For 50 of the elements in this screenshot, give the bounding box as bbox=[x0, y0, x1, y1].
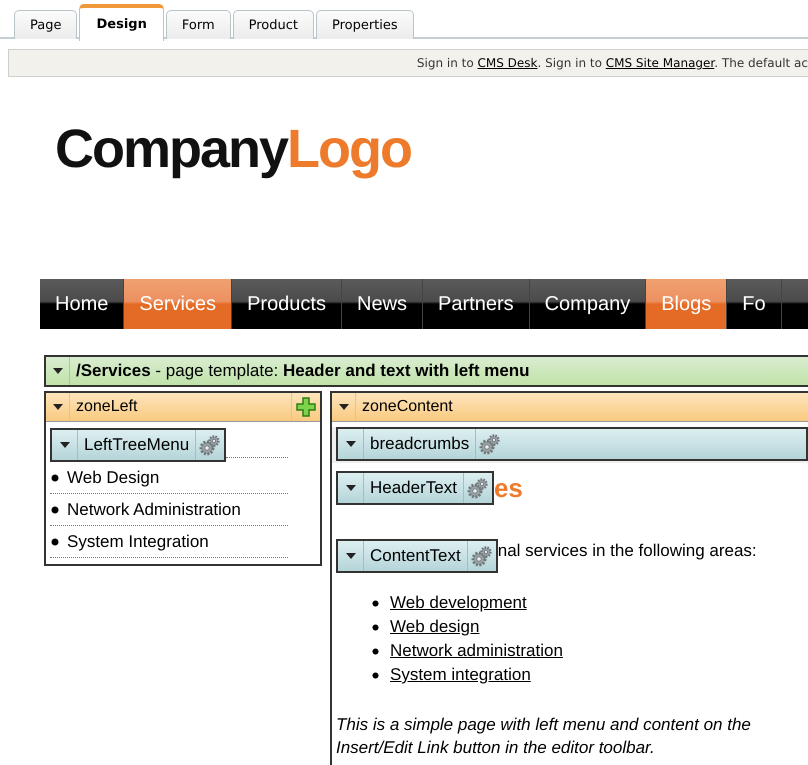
nav-item[interactable]: Fo bbox=[727, 279, 782, 329]
bullet-icon bbox=[51, 538, 59, 546]
tab[interactable]: Properties bbox=[316, 10, 414, 39]
bullet-icon bbox=[372, 600, 379, 606]
page-template-title: /Services - page template: Header and text with left menu bbox=[75, 361, 530, 381]
bullet-icon bbox=[372, 672, 379, 678]
menu-item[interactable]: Network Administration bbox=[67, 500, 241, 520]
nav-item[interactable]: News bbox=[342, 279, 424, 329]
zone-title: zoneLeft bbox=[75, 398, 138, 416]
zone-title: zoneContent bbox=[361, 398, 454, 416]
service-link[interactable]: Network administration bbox=[390, 641, 563, 661]
menu-item[interactable]: System Integration bbox=[67, 532, 209, 552]
caret-icon bbox=[52, 368, 62, 374]
caret-icon bbox=[60, 442, 70, 448]
intro-text: nal services in the following areas: bbox=[498, 540, 757, 561]
bullet-icon bbox=[372, 624, 379, 630]
tab[interactable]: Page bbox=[14, 10, 78, 39]
caret-icon bbox=[346, 441, 356, 447]
sign-in-message: Sign in to CMS Desk. Sign in to CMS Site Manager. The default ac bbox=[416, 56, 808, 70]
bullet-icon bbox=[372, 648, 379, 654]
caret-icon bbox=[52, 404, 62, 410]
tab[interactable]: Form bbox=[166, 10, 231, 39]
add-icon[interactable] bbox=[296, 397, 316, 417]
settings-icon[interactable] bbox=[199, 434, 222, 456]
web-part-title: breadcrumbs bbox=[369, 434, 470, 454]
bullet-icon bbox=[51, 474, 59, 482]
service-link[interactable]: System integration bbox=[390, 665, 531, 685]
caret-icon bbox=[346, 485, 356, 491]
tab[interactable]: Design bbox=[79, 4, 164, 41]
nav-item[interactable]: Products bbox=[232, 279, 342, 329]
service-link[interactable]: Web design bbox=[390, 617, 480, 637]
page-heading: es bbox=[494, 472, 523, 504]
tab[interactable]: Product bbox=[232, 10, 314, 39]
sign-in-link[interactable]: CMS Desk bbox=[478, 56, 538, 70]
caret-icon bbox=[346, 553, 356, 559]
menu-item[interactable]: Web Design bbox=[67, 468, 160, 488]
company-logo: CompanyLogo bbox=[55, 119, 411, 179]
settings-icon[interactable] bbox=[479, 433, 502, 455]
web-part-title: ContentText bbox=[369, 546, 462, 566]
nav-item[interactable]: Partners bbox=[423, 279, 530, 329]
caret-icon bbox=[338, 404, 348, 410]
service-link[interactable]: Web development bbox=[390, 593, 527, 613]
settings-icon[interactable] bbox=[466, 477, 489, 499]
web-part-title: HeaderText bbox=[369, 478, 458, 498]
web-part-title: LeftTreeMenu bbox=[83, 435, 190, 455]
settings-icon[interactable] bbox=[470, 545, 493, 567]
note-text: This is a simple page with left menu and content on the bbox=[336, 714, 751, 736]
note-text: Insert/Edit Link button in the editor toolbar. bbox=[336, 737, 655, 759]
bullet-icon bbox=[51, 506, 59, 514]
sign-in-link[interactable]: CMS Site Manager bbox=[606, 56, 714, 70]
